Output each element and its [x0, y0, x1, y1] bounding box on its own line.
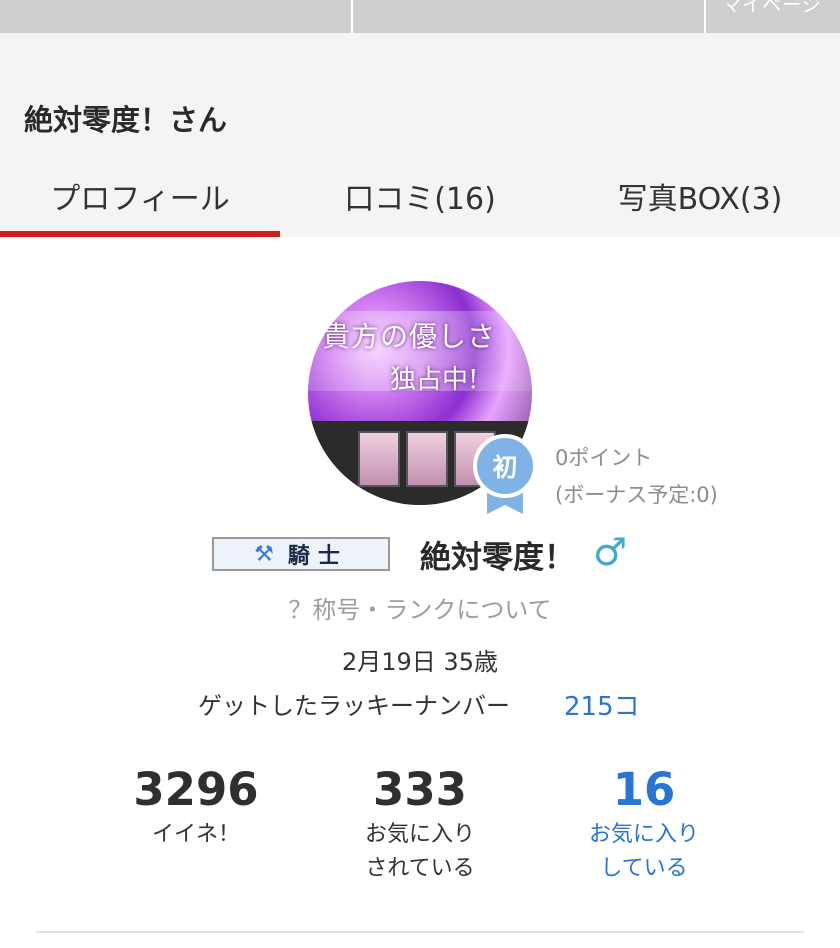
mypage-label: マイページ — [722, 0, 822, 16]
stat-number: 333 — [373, 763, 467, 816]
profile-header: 絶対零度！さん プロフィール 口コミ(16) 写真BOX(3) — [0, 33, 840, 237]
avatar-caption-2: 独占中! — [390, 365, 479, 395]
lucky-number-value[interactable]: 215コ — [564, 686, 640, 723]
username: 絶対零度！ — [420, 540, 575, 576]
avatar-caption: 貴方の優しさ — [322, 320, 497, 353]
stat-likes: 3296 イイネ！ — [86, 762, 306, 852]
crossed-axes-icon: ⚒ — [254, 541, 274, 567]
stat-number: 3296 — [133, 763, 259, 816]
stat-number: 16 — [612, 763, 676, 816]
tab-reviews[interactable]: 口コミ(16) — [280, 155, 560, 237]
tab-profile[interactable]: プロフィール — [0, 155, 280, 237]
stat-favorited-by: 333 お気に入り されている — [310, 762, 530, 886]
beginner-badge-icon: 初 — [473, 434, 537, 518]
stat-label: お気に入り — [588, 822, 699, 847]
stat-favoriting[interactable]: 16 お気に入り している — [534, 762, 754, 886]
page-title: 絶対零度！さん — [24, 103, 228, 137]
top-nav-bar: マイページ — [0, 0, 840, 33]
stat-label: お気に入り — [364, 822, 475, 847]
rank-title-text: 騎士 — [287, 544, 348, 569]
points-value: 0ポイント — [555, 446, 653, 470]
rank-title-badge: ⚒ 騎士 — [212, 537, 390, 571]
birthday-age: 2月19日 35歳 — [342, 648, 498, 676]
points-info: 0ポイント (ボーナス予定:0) — [555, 440, 718, 514]
profile-tabs: プロフィール 口コミ(16) 写真BOX(3) — [0, 155, 840, 237]
male-gender-icon: ♂ — [593, 530, 628, 574]
bonus-pending: (ボーナス予定:0) — [555, 483, 718, 507]
lucky-number-label: ゲットしたラッキーナンバー — [198, 692, 510, 720]
rank-help-link[interactable]: ？称号・ランクについて — [0, 590, 840, 625]
stat-label: イイネ！ — [151, 822, 240, 847]
stat-label-2: している — [600, 856, 688, 881]
top-nav-item-mypage[interactable]: マイページ — [706, 0, 840, 33]
divider — [36, 931, 804, 933]
stat-label-2: されている — [365, 856, 475, 881]
tab-photo-box[interactable]: 写真BOX(3) — [560, 155, 840, 237]
top-nav-item-1[interactable] — [0, 0, 353, 33]
top-nav-item-2[interactable] — [353, 0, 706, 33]
